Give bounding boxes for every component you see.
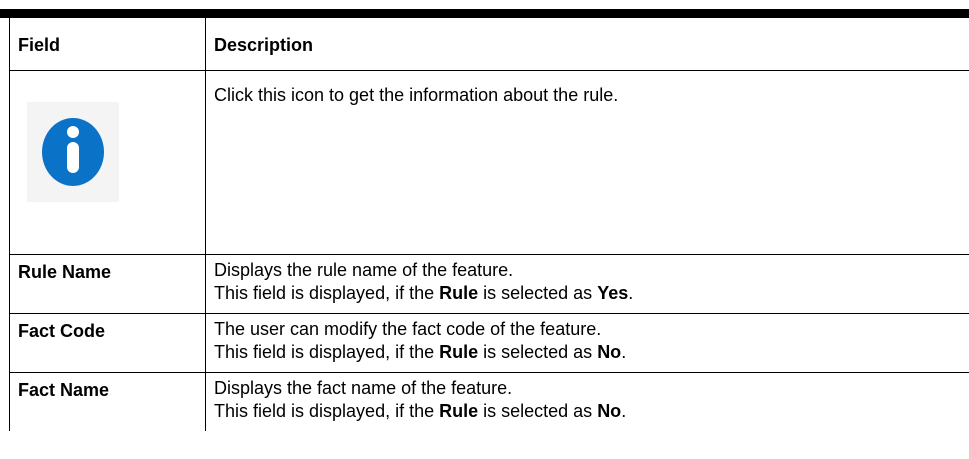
table-row: Click this icon to get the information a… — [9, 70, 969, 255]
bold-term: Rule — [439, 401, 479, 421]
bold-term: Rule — [439, 342, 479, 362]
header-description: Description — [205, 18, 969, 71]
text-segment: is selected as — [478, 342, 598, 362]
text-segment: . — [621, 342, 627, 362]
description-line: This field is displayed, if the Rule is … — [214, 282, 961, 305]
text-segment: This field is displayed, if the — [214, 342, 440, 362]
text-segment: . — [621, 401, 627, 421]
info-icon-graphic — [42, 118, 104, 186]
header-field: Field — [9, 18, 206, 71]
field-description: Displays the fact name of the feature. T… — [205, 372, 969, 431]
icon-cell — [9, 70, 206, 255]
bold-value: No — [597, 342, 622, 362]
table-row: Fact Name Displays the fact name of the … — [9, 372, 969, 431]
text-segment: . — [628, 283, 634, 303]
bold-term: Rule — [439, 283, 479, 303]
bold-value: No — [597, 401, 622, 421]
text-segment: is selected as — [478, 283, 598, 303]
bold-value: Yes — [597, 283, 629, 303]
icon-description: Click this icon to get the information a… — [205, 70, 969, 255]
text-segment: This field is displayed, if the — [214, 283, 440, 303]
description-line: Displays the rule name of the feature. — [214, 260, 514, 280]
description-line: The user can modify the fact code of the… — [214, 319, 602, 339]
table-row: Rule Name Displays the rule name of the … — [9, 254, 969, 314]
description-line: Displays the fact name of the feature. — [214, 378, 513, 398]
field-description: Displays the rule name of the feature. T… — [205, 254, 969, 314]
field-name: Rule Name — [9, 254, 206, 314]
description-line: This field is displayed, if the Rule is … — [214, 400, 961, 423]
text-segment: is selected as — [478, 401, 598, 421]
field-description: The user can modify the fact code of the… — [205, 313, 969, 373]
text-segment: This field is displayed, if the — [214, 401, 440, 421]
field-description-table: Field Description Click this icon to get… — [9, 18, 969, 431]
info-icon — [27, 102, 119, 202]
field-name: Fact Name — [9, 372, 206, 431]
field-name: Fact Code — [9, 313, 206, 373]
description-line: This field is displayed, if the Rule is … — [214, 341, 961, 364]
table-top-rule — [0, 9, 969, 18]
table-header-row: Field Description — [9, 18, 969, 71]
table-row: Fact Code The user can modify the fact c… — [9, 313, 969, 373]
